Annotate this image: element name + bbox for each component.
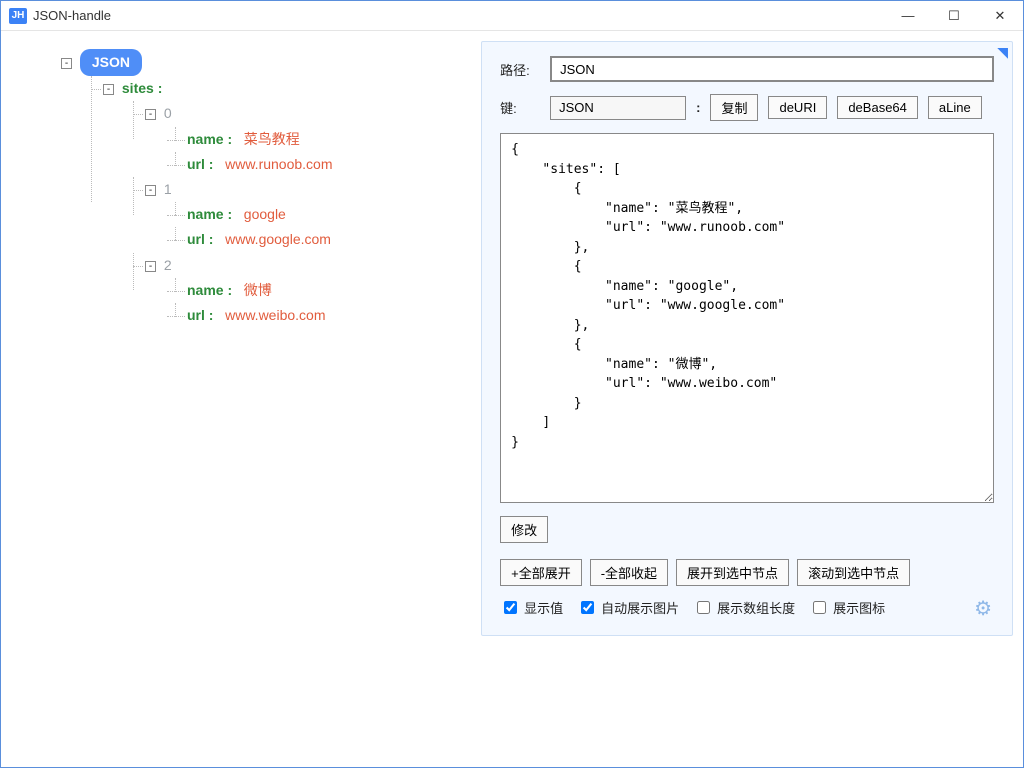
collapse-icon[interactable]: - (145, 261, 156, 272)
tree-value: 微博 (244, 282, 272, 298)
collapse-all-button[interactable]: -全部收起 (590, 559, 668, 586)
tree-leaf[interactable]: url : www.google.com (167, 227, 461, 252)
array-length-input[interactable] (697, 601, 710, 614)
app-icon: JH (9, 8, 27, 24)
scroll-to-selection-button[interactable]: 滚动到选中节点 (797, 559, 910, 586)
gear-icon[interactable]: ⚙ (974, 596, 992, 621)
panel-collapse-icon[interactable]: ◥ (997, 44, 1008, 61)
tree-root[interactable]: - JSON - sites : - 0 (41, 49, 461, 328)
tree-value: google (244, 206, 286, 222)
copy-button[interactable]: 复制 (710, 94, 758, 121)
json-tree: - JSON - sites : - 0 (19, 49, 461, 328)
tree-node-1[interactable]: - 1 name : google (125, 177, 461, 253)
tree-leaf[interactable]: name : 菜鸟教程 (167, 127, 461, 152)
tree-key: name : (187, 131, 232, 147)
show-value-checkbox[interactable]: 显示值 (500, 598, 563, 617)
detail-pane: ◥ 路径: 键: : 复制 deURI deBase64 aLine 修改 (471, 31, 1023, 767)
root-badge[interactable]: JSON (80, 49, 142, 76)
key-input[interactable] (550, 96, 686, 120)
tree-pane: - JSON - sites : - 0 (1, 31, 471, 767)
tree-value: www.google.com (225, 231, 331, 247)
collapse-icon[interactable]: - (61, 58, 72, 69)
auto-image-input[interactable] (581, 601, 594, 614)
tree-node-2[interactable]: - 2 name : 微博 ur (125, 253, 461, 329)
deuri-button[interactable]: deURI (768, 96, 827, 119)
path-row: 路径: (500, 56, 994, 82)
expand-all-button[interactable]: +全部展开 (500, 559, 582, 586)
collapse-icon[interactable]: - (145, 109, 156, 120)
tree-key: name : (187, 206, 232, 222)
colon-label: : (696, 100, 700, 115)
collapse-icon[interactable]: - (103, 84, 114, 95)
app-window: JH JSON-handle — ☐ ✕ - JSON - sites : (0, 0, 1024, 768)
modify-button[interactable]: 修改 (500, 516, 548, 543)
key-row: 键: : 复制 deURI deBase64 aLine (500, 94, 994, 121)
titlebar: JH JSON-handle — ☐ ✕ (1, 1, 1023, 31)
close-button[interactable]: ✕ (977, 1, 1023, 31)
json-textarea[interactable] (500, 133, 994, 503)
content-area: - JSON - sites : - 0 (1, 31, 1023, 767)
path-input[interactable] (550, 56, 994, 82)
options-row: 显示值 自动展示图片 展示数组长度 展示图标 ⚙ (500, 598, 994, 617)
aline-button[interactable]: aLine (928, 96, 982, 119)
show-icon-checkbox[interactable]: 展示图标 (809, 598, 885, 617)
tree-value: www.runoob.com (225, 156, 332, 172)
detail-panel: ◥ 路径: 键: : 复制 deURI deBase64 aLine 修改 (481, 41, 1013, 636)
tree-key: url : (187, 156, 213, 172)
tree-value: 菜鸟教程 (244, 131, 300, 147)
show-value-input[interactable] (504, 601, 517, 614)
array-length-checkbox[interactable]: 展示数组长度 (693, 598, 795, 617)
tree-key: name : (187, 282, 232, 298)
tree-key: url : (187, 307, 213, 323)
window-title: JSON-handle (33, 8, 111, 23)
tree-node-sites[interactable]: - sites : - 0 name : (83, 76, 461, 328)
tree-key: url : (187, 231, 213, 247)
tree-index: 1 (164, 181, 172, 197)
maximize-button[interactable]: ☐ (931, 1, 977, 31)
tree-node-0[interactable]: - 0 name : 菜鸟教程 (125, 101, 461, 177)
path-label: 路径: (500, 60, 540, 79)
tree-leaf[interactable]: name : google (167, 202, 461, 227)
expand-to-selection-button[interactable]: 展开到选中节点 (676, 559, 789, 586)
key-label: 键: (500, 98, 540, 117)
minimize-button[interactable]: — (885, 1, 931, 31)
tree-leaf[interactable]: url : www.weibo.com (167, 303, 461, 328)
auto-image-checkbox[interactable]: 自动展示图片 (577, 598, 679, 617)
tree-index: 2 (164, 257, 172, 273)
tree-value: www.weibo.com (225, 307, 325, 323)
tree-key-sites: sites : (122, 80, 162, 96)
tree-leaf[interactable]: url : www.runoob.com (167, 152, 461, 177)
debase64-button[interactable]: deBase64 (837, 96, 918, 119)
tree-index: 0 (164, 105, 172, 121)
show-icon-input[interactable] (813, 601, 826, 614)
collapse-icon[interactable]: - (145, 185, 156, 196)
tree-leaf[interactable]: name : 微博 (167, 278, 461, 303)
